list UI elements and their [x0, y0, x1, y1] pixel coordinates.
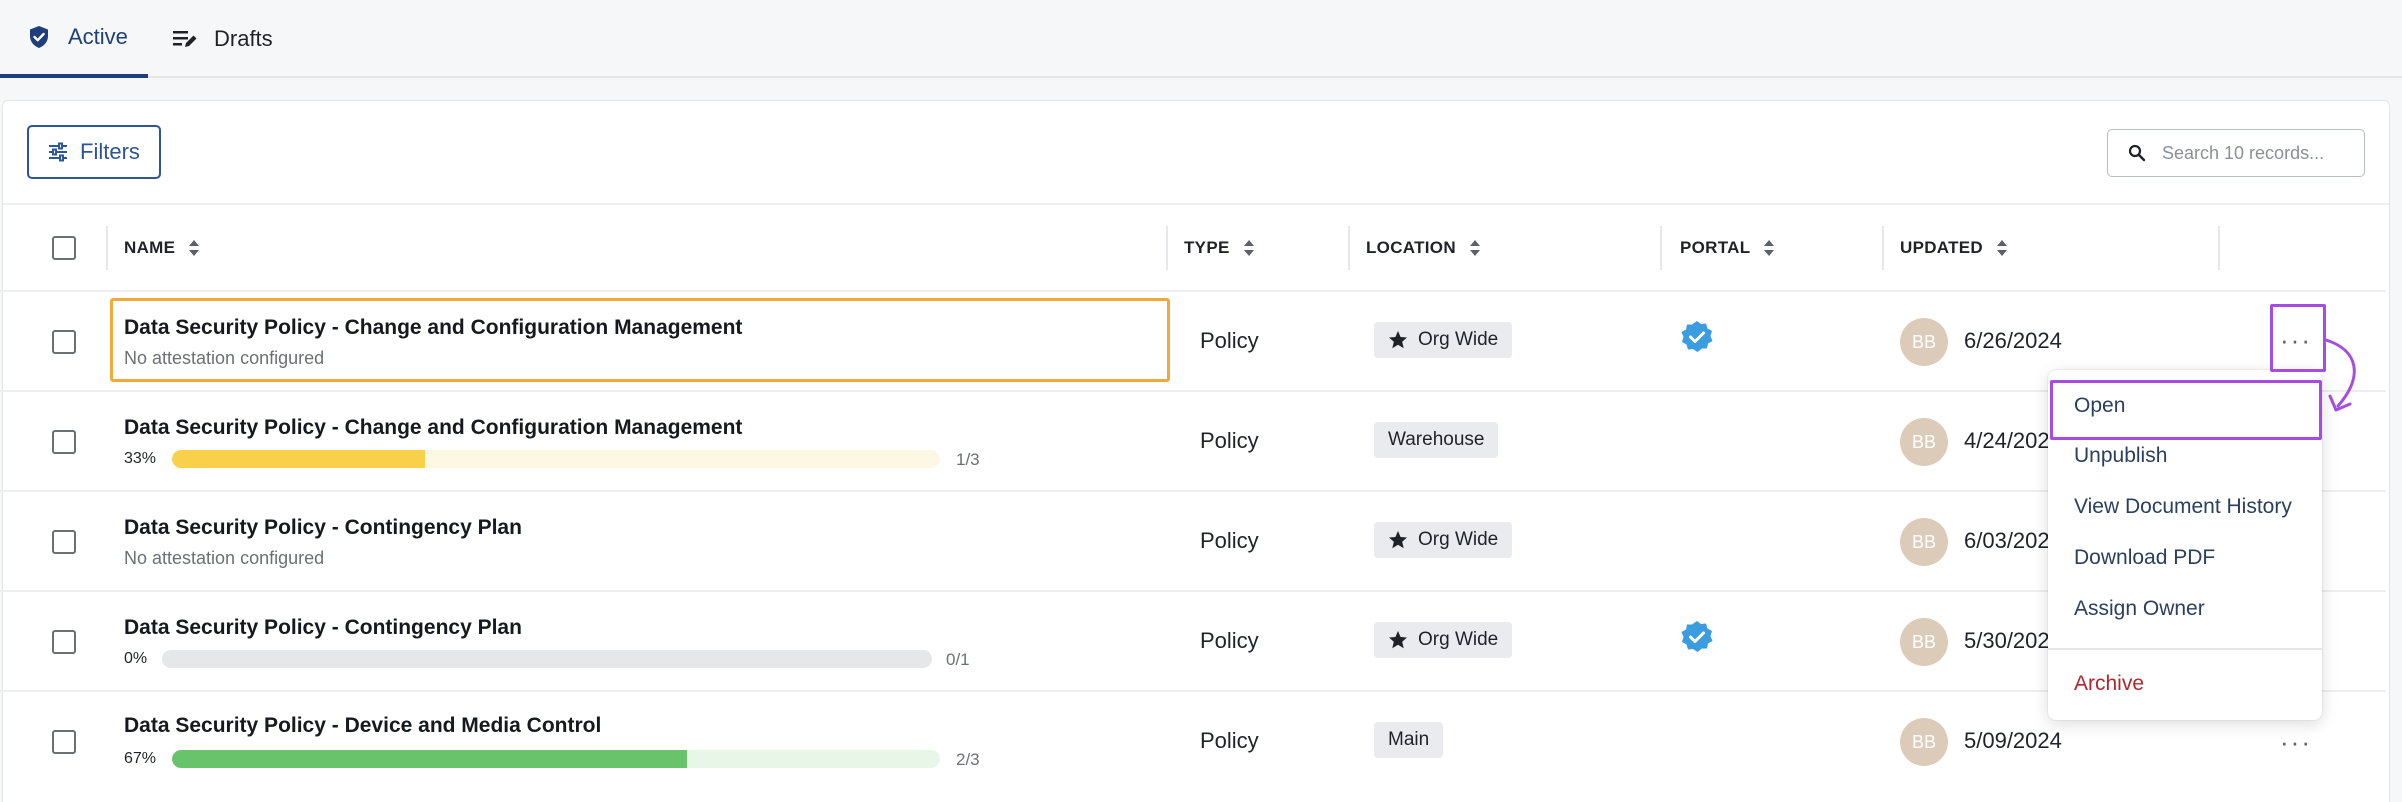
shield-check-icon [26, 24, 52, 50]
record-type: Policy [1200, 528, 1259, 553]
sort-icon [187, 238, 201, 258]
tab-label: Active [68, 24, 128, 49]
search-icon [2128, 144, 2146, 162]
menu-item-view-history[interactable]: View Document History [2074, 495, 2292, 519]
arrow-indicator [2324, 338, 2356, 412]
record-title[interactable]: Data Security Policy - Device and Media … [124, 714, 601, 738]
tab-active[interactable]: Active [0, 0, 148, 78]
updated-date: 5/09/2024 [1964, 728, 2062, 753]
select-all-checkbox[interactable] [52, 236, 76, 260]
verified-badge-icon [1680, 320, 1714, 354]
avatar: BB [1900, 318, 1948, 366]
row-checkbox[interactable] [52, 430, 76, 454]
sliders-icon [48, 142, 68, 162]
progress-fraction: 2/3 [956, 750, 980, 769]
search-input[interactable] [2162, 142, 2362, 164]
column-separator [1660, 226, 1662, 270]
column-separator [2218, 226, 2220, 270]
location-badge: Org Wide [1374, 522, 1513, 558]
star-icon [1388, 530, 1408, 550]
menu-item-assign-owner[interactable]: Assign Owner [2074, 597, 2205, 621]
progress-bar [172, 450, 940, 468]
filters-label: Filters [80, 139, 140, 164]
toolbar-divider [3, 203, 2389, 205]
avatar: BB [1900, 718, 1948, 766]
progress-fraction: 0/1 [946, 650, 970, 669]
search-box[interactable] [2107, 129, 2365, 177]
avatar: BB [1900, 518, 1948, 566]
avatar: BB [1900, 618, 1948, 666]
progress-percent: 67% [124, 750, 157, 767]
column-separator [1882, 226, 1884, 270]
more-actions-button[interactable]: ··· [2268, 308, 2324, 372]
row-checkbox[interactable] [52, 630, 76, 654]
column-header-location[interactable]: LOCATION [1366, 236, 1482, 260]
row-checkbox[interactable] [52, 730, 76, 754]
verified-badge-icon [1680, 620, 1714, 654]
progress-percent: 0% [124, 650, 148, 667]
table-row[interactable]: Data Security Policy - Change and Config… [0, 390, 2386, 490]
location-badge: Org Wide [1374, 622, 1513, 658]
updated-date: 6/03/202 [1964, 528, 2050, 553]
updated-date: 5/30/202 [1964, 628, 2050, 653]
progress-fraction: 1/3 [956, 450, 980, 469]
column-separator [1166, 226, 1168, 270]
menu-item-unpublish[interactable]: Unpublish [2074, 444, 2167, 468]
tab-label: Drafts [214, 26, 273, 51]
record-subtitle: No attestation configured [124, 348, 325, 368]
progress-percent: 33% [124, 450, 157, 467]
table-row[interactable]: Data Security Policy - Contingency Plan … [0, 590, 2386, 690]
record-type: Policy [1200, 728, 1259, 753]
row-checkbox[interactable] [52, 530, 76, 554]
column-separator [106, 226, 108, 270]
record-subtitle: No attestation configured [124, 548, 325, 568]
menu-item-archive[interactable]: Archive [2074, 672, 2144, 696]
location-badge: Warehouse [1374, 422, 1499, 458]
avatar: BB [1900, 418, 1948, 466]
updated-date: 6/26/2024 [1964, 328, 2062, 353]
sort-icon [1995, 238, 2009, 258]
progress-fill [172, 450, 426, 468]
menu-divider [2048, 648, 2322, 650]
tab-bar: Active Drafts [0, 0, 2402, 78]
column-header-updated[interactable]: UPDATED [1900, 236, 2009, 260]
record-title[interactable]: Data Security Policy - Change and Config… [124, 316, 742, 340]
edit-list-icon [172, 26, 198, 52]
record-type: Policy [1200, 428, 1259, 453]
column-header-name[interactable]: NAME [124, 236, 201, 260]
star-icon [1388, 330, 1408, 350]
location-badge: Main [1374, 722, 1444, 758]
sort-icon [1242, 238, 1256, 258]
filters-button[interactable]: Filters [27, 125, 161, 179]
sort-icon [1468, 238, 1482, 258]
table-row[interactable]: Data Security Policy - Contingency Plan … [0, 490, 2386, 590]
progress-bar [162, 650, 932, 668]
record-title[interactable]: Data Security Policy - Contingency Plan [124, 516, 522, 540]
updated-date: 4/24/202 [1964, 428, 2050, 453]
actions-menu: Open Unpublish View Document History Dow… [2048, 370, 2322, 720]
record-type: Policy [1200, 628, 1259, 653]
progress-fill [172, 750, 687, 768]
table-row[interactable]: Data Security Policy - Device and Media … [0, 690, 2386, 790]
tab-drafts[interactable]: Drafts [172, 0, 273, 78]
column-header-type[interactable]: TYPE [1184, 236, 1256, 260]
progress-bar [172, 750, 940, 768]
menu-item-download-pdf[interactable]: Download PDF [2074, 546, 2215, 570]
row-checkbox[interactable] [52, 330, 76, 354]
sort-icon [1762, 238, 1776, 258]
record-title[interactable]: Data Security Policy - Contingency Plan [124, 616, 522, 640]
location-badge: Org Wide [1374, 322, 1513, 358]
record-title[interactable]: Data Security Policy - Change and Config… [124, 416, 742, 440]
record-type: Policy [1200, 328, 1259, 353]
star-icon [1388, 630, 1408, 650]
menu-item-open[interactable]: Open [2074, 394, 2125, 418]
table-row[interactable]: Data Security Policy - Change and Config… [0, 290, 2386, 390]
column-header-portal[interactable]: PORTAL [1680, 236, 1776, 260]
column-separator [1348, 226, 1350, 270]
